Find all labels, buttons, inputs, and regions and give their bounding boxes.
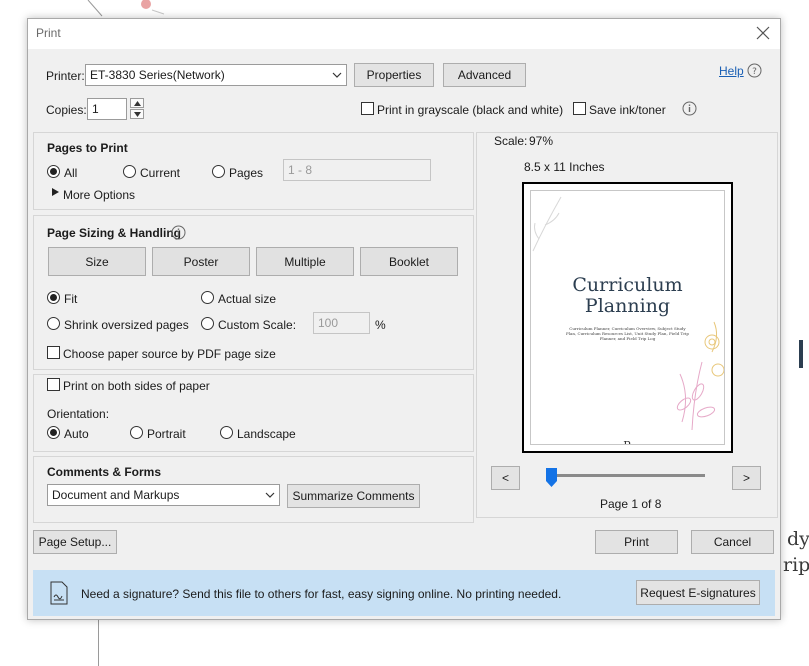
background-decoration (87, 0, 165, 17)
printer-selected-value: ET-3830 Series(Network) (90, 68, 225, 82)
poster-tab-button[interactable]: Poster (152, 247, 250, 276)
page-range-label: Pages (229, 166, 264, 180)
page-range-radio[interactable] (212, 165, 225, 178)
chevron-up-icon (134, 101, 141, 106)
summarize-comments-button[interactable]: Summarize Comments (287, 484, 420, 508)
scale-value: 97% (529, 134, 554, 148)
paper-source-label: Choose paper source by PDF page size (63, 347, 276, 361)
page-setup-button[interactable]: Page Setup... (33, 530, 117, 554)
orientation-label: Orientation: (47, 407, 110, 421)
fit-radio[interactable] (47, 291, 60, 304)
page-preview: Curriculum Planning Curriculum Planner, … (522, 182, 733, 453)
next-page-button[interactable]: > (732, 466, 761, 490)
advanced-button[interactable]: Advanced (443, 63, 526, 87)
copies-decrement[interactable] (130, 109, 144, 119)
grayscale-label: Print in grayscale (black and white) (377, 103, 564, 117)
portrait-label: Portrait (147, 427, 186, 441)
grayscale-checkbox[interactable] (361, 102, 374, 115)
printer-label: Printer: (46, 69, 85, 83)
chevron-down-icon (134, 112, 141, 117)
help-link[interactable]: Help (719, 64, 744, 78)
custom-scale-radio[interactable] (201, 317, 214, 330)
page-preview-content: Curriculum Planning Curriculum Planner, … (530, 190, 725, 445)
orientation-panel: Print on both sides of paper Orientation… (33, 374, 474, 452)
paper-size-label: 8.5 x 11 Inches (524, 160, 605, 174)
copies-label: Copies: (46, 103, 87, 117)
page-indicator: Page 1 of 8 (600, 497, 662, 511)
page-range-input[interactable]: 1 - 8 (283, 159, 431, 181)
booklet-tab-button[interactable]: Booklet (360, 247, 458, 276)
both-sides-checkbox[interactable] (47, 378, 60, 391)
esign-message: Need a signature? Send this file to othe… (81, 587, 562, 601)
custom-scale-label: Custom Scale: (218, 318, 297, 332)
close-icon[interactable] (754, 24, 772, 42)
chevron-down-icon (265, 492, 275, 498)
info-icon[interactable] (682, 101, 697, 116)
current-page-radio[interactable] (123, 165, 136, 178)
paper-source-checkbox[interactable] (47, 346, 60, 359)
all-pages-label: All (64, 166, 78, 180)
pages-to-print-panel: Pages to Print All Current Pages 1 - 8 M… (33, 132, 474, 210)
scale-label: Scale: (494, 134, 528, 148)
comments-forms-panel: Comments & Forms Document and Markups Su… (33, 456, 474, 523)
percent-label: % (375, 318, 386, 332)
page-sizing-panel: Page Sizing & Handling Size Poster Multi… (33, 215, 474, 370)
size-tab-button[interactable]: Size (48, 247, 146, 276)
print-button[interactable]: Print (595, 530, 678, 554)
save-ink-label: Save ink/toner (589, 103, 666, 117)
auto-orientation-label: Auto (64, 427, 89, 441)
page-slider-track[interactable] (550, 474, 705, 477)
svg-text:?: ? (752, 67, 757, 77)
printer-select[interactable]: ET-3830 Series(Network) (85, 64, 347, 86)
previous-page-button[interactable]: < (491, 466, 520, 490)
shrink-oversized-radio[interactable] (47, 317, 60, 330)
portrait-radio[interactable] (130, 426, 143, 439)
chevron-down-icon (332, 72, 342, 78)
landscape-label: Landscape (237, 427, 296, 441)
svg-text:P: P (623, 439, 631, 445)
copies-input[interactable]: 1 (87, 98, 127, 120)
comments-forms-select[interactable]: Document and Markups (47, 484, 280, 506)
pages-to-print-heading: Pages to Print (47, 141, 128, 155)
current-page-label: Current (140, 166, 181, 180)
multiple-tab-button[interactable]: Multiple (256, 247, 354, 276)
custom-scale-input[interactable]: 100 (313, 312, 370, 334)
shrink-oversized-label: Shrink oversized pages (64, 318, 189, 332)
info-icon[interactable] (171, 225, 186, 240)
expand-triangle-icon[interactable] (52, 188, 59, 196)
properties-button[interactable]: Properties (354, 63, 434, 87)
auto-orientation-radio[interactable] (47, 426, 60, 439)
background-text: dy (787, 528, 809, 550)
help-icon[interactable]: ? (747, 63, 762, 78)
preview-document-subtitle: Curriculum Planner, Curriculum Overview,… (566, 326, 689, 341)
botanical-illustration (532, 196, 562, 252)
title-bar: Print (28, 19, 780, 49)
page-sizing-heading: Page Sizing & Handling (47, 226, 182, 240)
background-mark (799, 340, 803, 368)
actual-size-label: Actual size (218, 292, 277, 306)
page-slider-thumb[interactable] (546, 468, 557, 487)
background-text: rip (783, 554, 809, 576)
preview-title-line: Curriculum (572, 274, 683, 296)
signature-document-icon (50, 581, 68, 605)
save-ink-checkbox[interactable] (573, 102, 586, 115)
actual-size-radio[interactable] (201, 291, 214, 304)
fit-label: Fit (64, 292, 78, 306)
print-dialog: Print Printer: ET-3830 Series(Network) P… (27, 18, 781, 620)
copies-increment[interactable] (130, 98, 144, 108)
comments-forms-heading: Comments & Forms (47, 465, 162, 479)
landscape-radio[interactable] (220, 426, 233, 439)
cancel-button[interactable]: Cancel (691, 530, 774, 554)
dialog-title: Print (36, 26, 61, 40)
preview-title-line: Planning (584, 295, 671, 317)
esign-banner: Need a signature? Send this file to othe… (33, 570, 775, 616)
preview-document-title: Curriculum Planning (531, 275, 724, 317)
all-pages-radio[interactable] (47, 165, 60, 178)
logo-icon: P (623, 439, 631, 445)
comments-selected-value: Document and Markups (52, 488, 180, 502)
request-esignatures-button[interactable]: Request E-signatures (636, 580, 760, 605)
both-sides-label: Print on both sides of paper (63, 379, 210, 393)
more-options-toggle[interactable]: More Options (63, 188, 135, 202)
